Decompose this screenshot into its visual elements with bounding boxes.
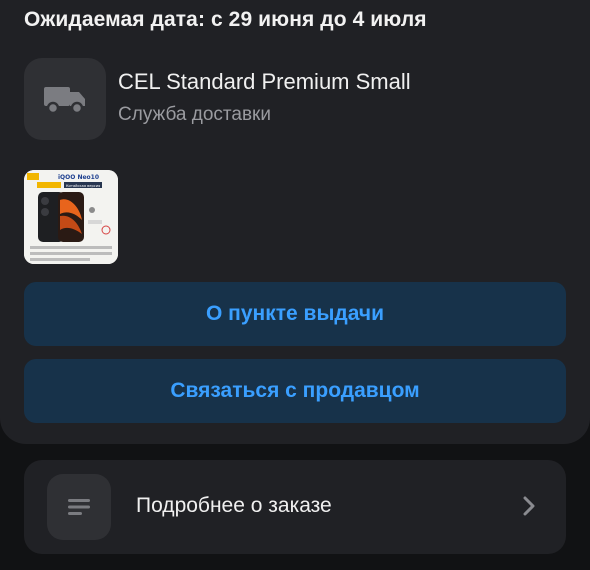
order-details-label: Подробнее о заказе (136, 494, 332, 517)
thumb-title: iQOO Neo10 (58, 174, 99, 181)
thumb-badge: Китайская версия (66, 184, 100, 188)
list-icon (47, 474, 111, 540)
delivery-service-name: CEL Standard Premium Small (118, 69, 411, 94)
contact-seller-button[interactable]: Связаться с продавцом (24, 359, 566, 423)
product-thumbnail[interactable]: iQOO Neo10 Китайская версия (24, 170, 118, 264)
delivery-service-label: Служба доставки (118, 104, 271, 125)
order-delivery-card: Ожидаемая дата: с 29 июня до 4 июля CEL … (0, 0, 590, 444)
chevron-right-icon (522, 494, 536, 523)
order-details-row[interactable]: Подробнее о заказе (24, 460, 566, 554)
product-image: iQOO Neo10 Китайская версия (24, 170, 118, 264)
pickup-point-button[interactable]: О пункте выдачи (24, 282, 566, 346)
truck-icon (24, 58, 106, 140)
expected-date: Ожидаемая дата: с 29 июня до 4 июля (24, 8, 427, 31)
